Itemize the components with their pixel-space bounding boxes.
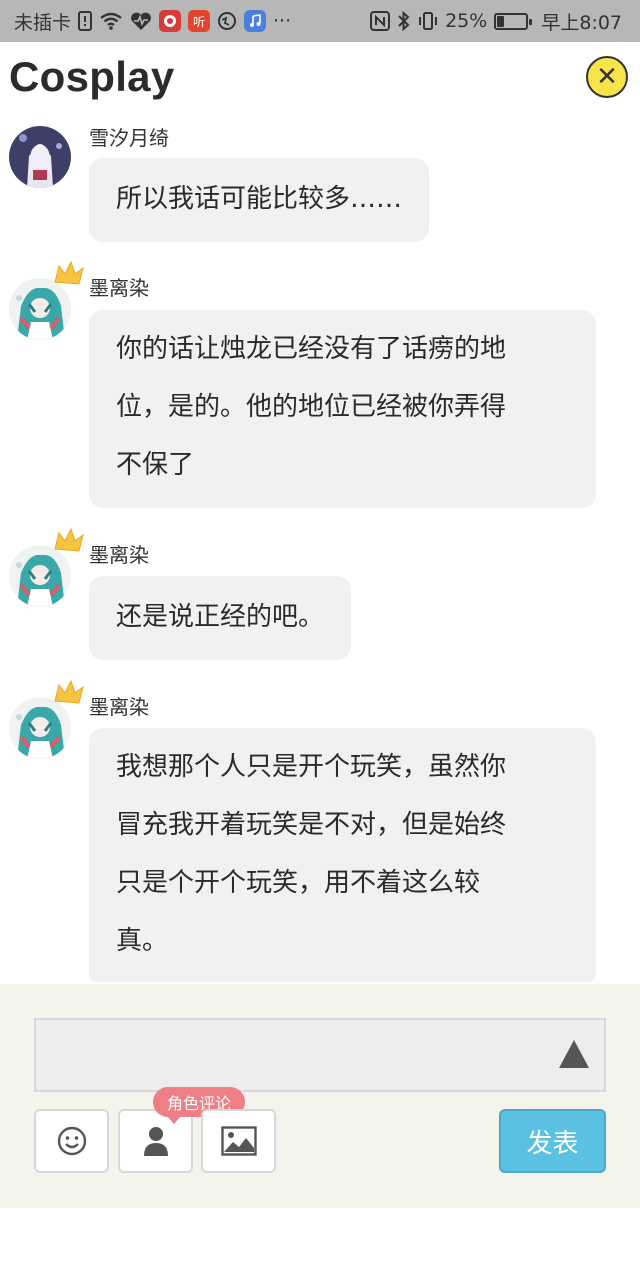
header: Cosplay ✕ <box>0 42 640 112</box>
close-button[interactable]: ✕ <box>586 56 628 98</box>
avatar[interactable] <box>9 260 84 340</box>
message-bubble: 还是说正经的吧。 <box>89 576 352 660</box>
username[interactable]: 墨离染 <box>89 272 149 301</box>
message-line: 我想那个人只是开个玩笑，虽然你 <box>116 752 507 782</box>
message-line: 你的话让烛龙已经没有了话痨的地 <box>116 334 507 364</box>
bluetooth-icon <box>397 11 411 31</box>
avatar[interactable] <box>9 527 84 607</box>
vibrate-icon <box>418 11 438 31</box>
emoji-icon <box>57 1126 86 1156</box>
page-title: Cosplay <box>9 53 175 100</box>
image-icon <box>220 1126 257 1156</box>
message-line: 位，是的。他的地位已经被你弄得 <box>116 392 507 422</box>
composer: 角色评论 发表 <box>0 984 640 1208</box>
emoji-button[interactable] <box>34 1109 109 1173</box>
battery-level <box>497 15 505 27</box>
status-bar: 未插卡 听 ··· 25% 早上8:07 <box>0 0 640 42</box>
message-bubble: 我想那个人只是开个玩笑，虽然你 冒充我开着玩笑是不对，但是始终 只是个开个玩笑，… <box>89 728 596 982</box>
username[interactable]: 雪汐月绮 <box>89 122 169 151</box>
crown-icon <box>54 679 84 704</box>
username[interactable]: 墨离染 <box>89 539 149 568</box>
message-line: 不保了 <box>116 450 195 480</box>
music-icon <box>244 10 267 32</box>
message-line: 还是说正经的吧。 <box>116 602 325 632</box>
nfc-icon <box>370 11 391 31</box>
message-bubble: 你的话让烛龙已经没有了话痨的地 位，是的。他的地位已经被你弄得 不保了 <box>89 310 596 508</box>
crown-icon <box>54 527 84 552</box>
role-button[interactable] <box>118 1109 193 1173</box>
close-icon: ✕ <box>596 62 618 92</box>
app-icon <box>159 10 182 32</box>
sim-alert-icon <box>78 11 93 31</box>
crown-icon <box>54 260 84 285</box>
avatar-image <box>9 126 71 188</box>
browser-icon <box>217 11 237 31</box>
send-button[interactable]: 发表 <box>499 1109 606 1173</box>
status-right: 25% 早上8:07 <box>370 8 622 35</box>
carrier-text: 未插卡 <box>14 11 72 34</box>
message-line: 冒充我开着玩笑是不对，但是始终 <box>116 810 507 840</box>
avatar[interactable] <box>9 679 84 759</box>
message-list[interactable]: 雪汐月绮 所以我话可能比较多…… 墨离染 你的话让烛龙已经没有了话痨的地 位，是… <box>0 112 640 982</box>
clock: 早上8:07 <box>541 11 622 34</box>
battery-percent: 25% <box>445 10 488 32</box>
battery-icon <box>494 12 533 30</box>
message-line: 只是个开个玩笑，用不着这么较 <box>116 868 481 898</box>
person-icon <box>143 1127 168 1156</box>
comment-input[interactable] <box>34 1018 606 1092</box>
avatar[interactable] <box>9 126 71 188</box>
expand-up-icon[interactable] <box>558 1038 590 1070</box>
heartbeat-icon <box>130 11 152 31</box>
message-bubble: 所以我话可能比较多…… <box>89 158 430 242</box>
more-notifications: ··· <box>273 10 292 32</box>
status-left: 未插卡 听 ··· <box>14 8 291 35</box>
image-button[interactable] <box>201 1109 276 1173</box>
app-icon-ting: 听 <box>188 10 211 32</box>
message-line: 所以我话可能比较多…… <box>116 184 403 214</box>
message-line: 真。 <box>116 926 169 956</box>
username[interactable]: 墨离染 <box>89 691 149 720</box>
wifi-icon <box>99 12 123 30</box>
